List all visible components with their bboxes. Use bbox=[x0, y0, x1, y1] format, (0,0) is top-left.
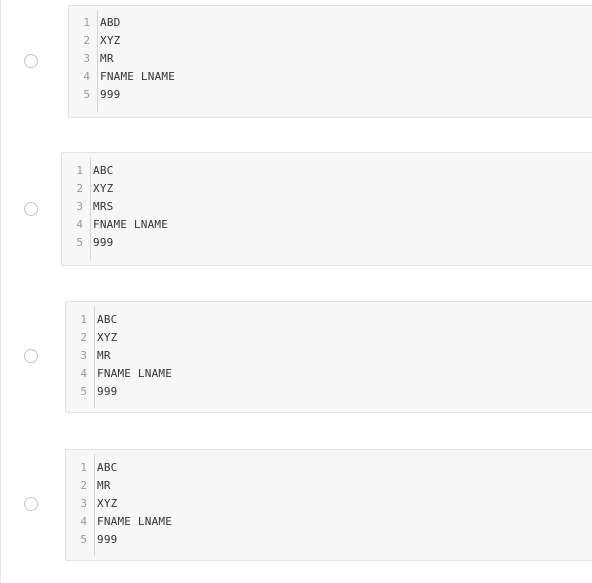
line-number: 1 bbox=[80, 313, 87, 326]
line-text: FNAME LNAME bbox=[100, 70, 176, 83]
code-line: 1 ABC bbox=[68, 459, 172, 477]
line-number: 2 bbox=[80, 331, 87, 344]
code-line: 2 XYZ bbox=[71, 32, 175, 50]
line-number: 2 bbox=[76, 182, 83, 195]
line-text: FNAME LNAME bbox=[93, 218, 169, 231]
radio-button-option-3[interactable] bbox=[24, 349, 38, 363]
radio-button-option-2[interactable] bbox=[24, 202, 38, 216]
line-number: 1 bbox=[83, 16, 90, 29]
line-number: 4 bbox=[76, 218, 83, 231]
line-text: XYZ bbox=[97, 331, 118, 344]
line-number: 5 bbox=[83, 88, 90, 101]
code-line: 1 ABC bbox=[68, 311, 172, 329]
line-text: FNAME LNAME bbox=[97, 515, 173, 528]
code-line: 3 MR bbox=[71, 50, 175, 68]
code-block-option-3: 1 ABC 2 XYZ 3 MR 4 FNAME LNAME 5 999 bbox=[65, 301, 592, 413]
line-text: 999 bbox=[93, 236, 114, 249]
line-number: 1 bbox=[76, 164, 83, 177]
page-left-border bbox=[0, 0, 1, 583]
code-lines: 1 ABC 2 MR 3 XYZ 4 FNAME LNAME 5 999 bbox=[68, 459, 172, 549]
line-number: 5 bbox=[80, 385, 87, 398]
line-number: 5 bbox=[80, 533, 87, 546]
line-text: FNAME LNAME bbox=[97, 367, 173, 380]
line-text: 999 bbox=[97, 533, 118, 546]
line-text: ABC bbox=[97, 461, 118, 474]
code-line: 2 MR bbox=[68, 477, 172, 495]
code-line: 4 FNAME LNAME bbox=[64, 216, 168, 234]
line-number: 3 bbox=[80, 349, 87, 362]
line-text: XYZ bbox=[100, 34, 121, 47]
radio-button-option-1[interactable] bbox=[24, 54, 38, 68]
line-text: 999 bbox=[100, 88, 121, 101]
line-text: XYZ bbox=[93, 182, 114, 195]
code-line: 4 FNAME LNAME bbox=[71, 68, 175, 86]
line-text: 999 bbox=[97, 385, 118, 398]
line-number: 5 bbox=[76, 236, 83, 249]
code-line: 3 XYZ bbox=[68, 495, 172, 513]
line-number: 2 bbox=[83, 34, 90, 47]
code-line: 3 MRS bbox=[64, 198, 168, 216]
code-line: 3 MR bbox=[68, 347, 172, 365]
code-lines: 1 ABC 2 XYZ 3 MR 4 FNAME LNAME 5 999 bbox=[68, 311, 172, 401]
line-number: 3 bbox=[80, 497, 87, 510]
code-lines: 1 ABC 2 XYZ 3 MRS 4 FNAME LNAME 5 999 bbox=[64, 162, 168, 252]
code-line: 5 999 bbox=[68, 383, 172, 401]
line-text: ABC bbox=[97, 313, 118, 326]
code-line: 5 999 bbox=[71, 86, 175, 104]
code-lines: 1 ABD 2 XYZ 3 MR 4 FNAME LNAME 5 999 bbox=[71, 14, 175, 104]
radio-button-option-4[interactable] bbox=[24, 497, 38, 511]
line-number: 3 bbox=[76, 200, 83, 213]
code-line: 5 999 bbox=[68, 531, 172, 549]
line-text: ABD bbox=[100, 16, 121, 29]
line-text: ABC bbox=[93, 164, 114, 177]
line-number: 4 bbox=[80, 515, 87, 528]
line-number: 4 bbox=[83, 70, 90, 83]
line-text: XYZ bbox=[97, 497, 118, 510]
code-block-option-2: 1 ABC 2 XYZ 3 MRS 4 FNAME LNAME 5 999 bbox=[61, 152, 592, 266]
code-line: 1 ABC bbox=[64, 162, 168, 180]
line-text: MR bbox=[97, 349, 111, 362]
line-text: MR bbox=[97, 479, 111, 492]
code-line: 2 XYZ bbox=[64, 180, 168, 198]
code-line: 4 FNAME LNAME bbox=[68, 513, 172, 531]
code-line: 2 XYZ bbox=[68, 329, 172, 347]
code-line: 5 999 bbox=[64, 234, 168, 252]
code-line: 4 FNAME LNAME bbox=[68, 365, 172, 383]
line-number: 2 bbox=[80, 479, 87, 492]
line-number: 4 bbox=[80, 367, 87, 380]
line-number: 3 bbox=[83, 52, 90, 65]
code-block-option-4: 1 ABC 2 MR 3 XYZ 4 FNAME LNAME 5 999 bbox=[65, 449, 592, 561]
line-text: MR bbox=[100, 52, 114, 65]
code-line: 1 ABD bbox=[71, 14, 175, 32]
code-block-option-1: 1 ABD 2 XYZ 3 MR 4 FNAME LNAME 5 999 bbox=[68, 5, 592, 118]
line-number: 1 bbox=[80, 461, 87, 474]
line-text: MRS bbox=[93, 200, 114, 213]
